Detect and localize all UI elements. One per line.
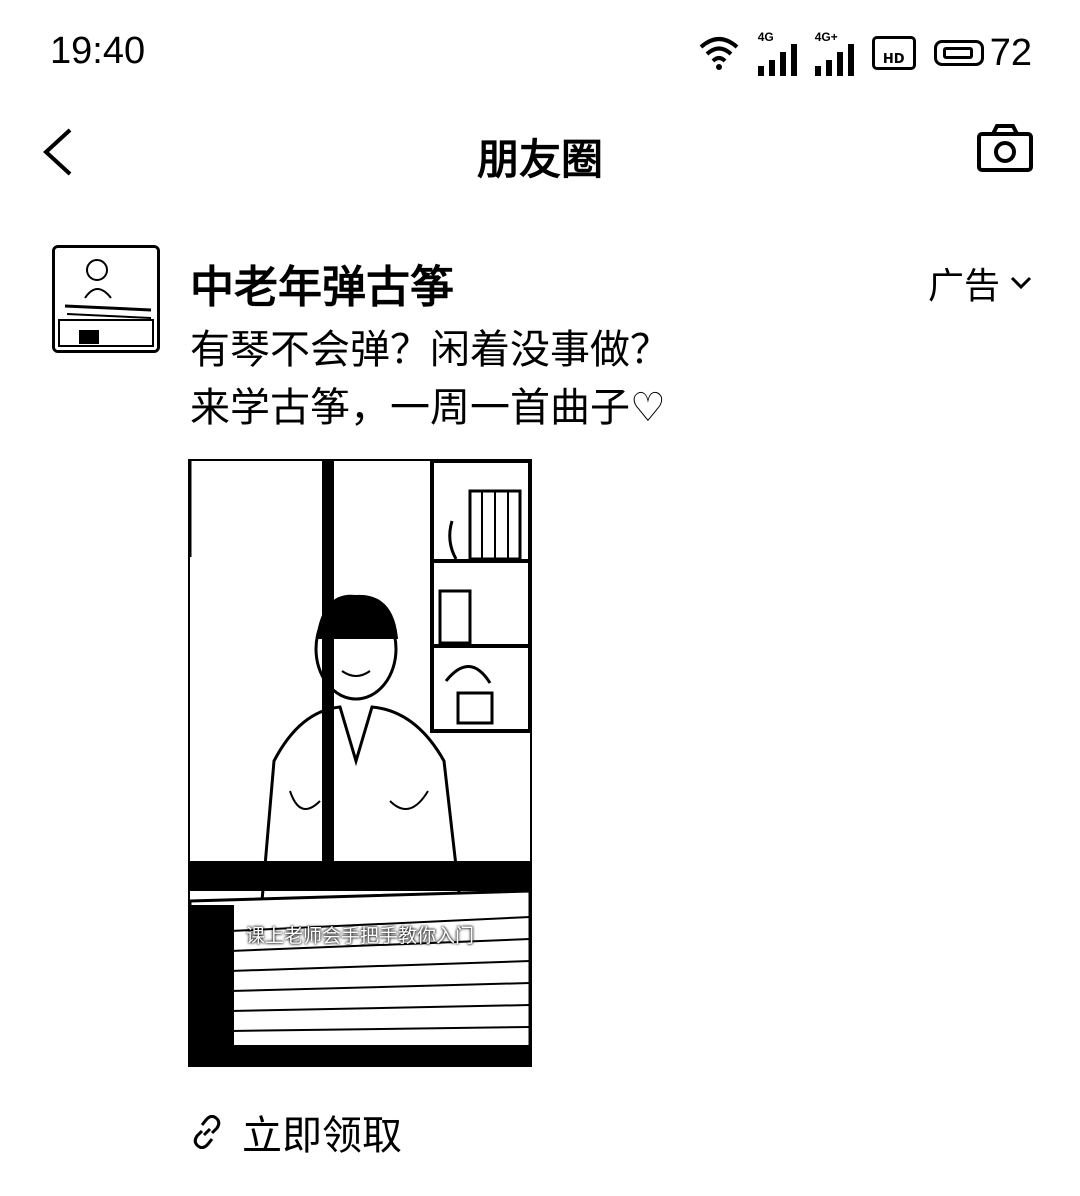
status-time: 19:40 bbox=[50, 30, 146, 72]
battery-icon bbox=[933, 40, 984, 66]
camera-icon[interactable] bbox=[976, 122, 1034, 174]
signal-icon-1: 4G bbox=[757, 30, 797, 76]
ad-menu-button[interactable]: 广告 bbox=[928, 257, 1032, 309]
post-text-line: 有琴不会弹？闲着没事做？ bbox=[190, 327, 670, 373]
status-icons: 4G 4G+ HD 72 bbox=[698, 28, 1032, 78]
avatar[interactable] bbox=[52, 245, 160, 353]
video-thumbnail[interactable]: 课上老师会手把手教你入门 bbox=[188, 459, 532, 1067]
post-text: 有琴不会弹？闲着没事做？ 来学古筝，一周一首曲子♡ bbox=[190, 321, 670, 437]
claim-link-label: 立即领取 bbox=[242, 1113, 402, 1159]
battery-level: 72 bbox=[989, 31, 1032, 74]
status-bar: 19:40 4G 4G+ HD 72 bbox=[0, 0, 1080, 100]
nav-bar: 朋友圈 bbox=[0, 110, 1080, 190]
hd-voice-icon: HD bbox=[871, 36, 916, 70]
avatar-image bbox=[55, 248, 157, 350]
post-text-line: 来学古筝，一周一首曲子♡ bbox=[190, 385, 666, 431]
ad-label: 广告 bbox=[927, 266, 1000, 307]
battery-indicator: 72 bbox=[933, 31, 1032, 75]
claim-link[interactable]: 立即领取 bbox=[190, 1103, 402, 1161]
wifi-icon bbox=[699, 37, 739, 70]
link-icon bbox=[193, 1115, 221, 1149]
chevron-down-icon bbox=[1010, 276, 1032, 290]
author-name[interactable]: 中老年弹古筝 bbox=[190, 251, 454, 315]
video-subtitle: 课上老师会手把手教你入门 bbox=[245, 925, 474, 947]
video-image bbox=[190, 461, 530, 1065]
signal-icon-2: 4G+ bbox=[814, 30, 854, 76]
page-title: 朋友圈 bbox=[476, 135, 603, 184]
